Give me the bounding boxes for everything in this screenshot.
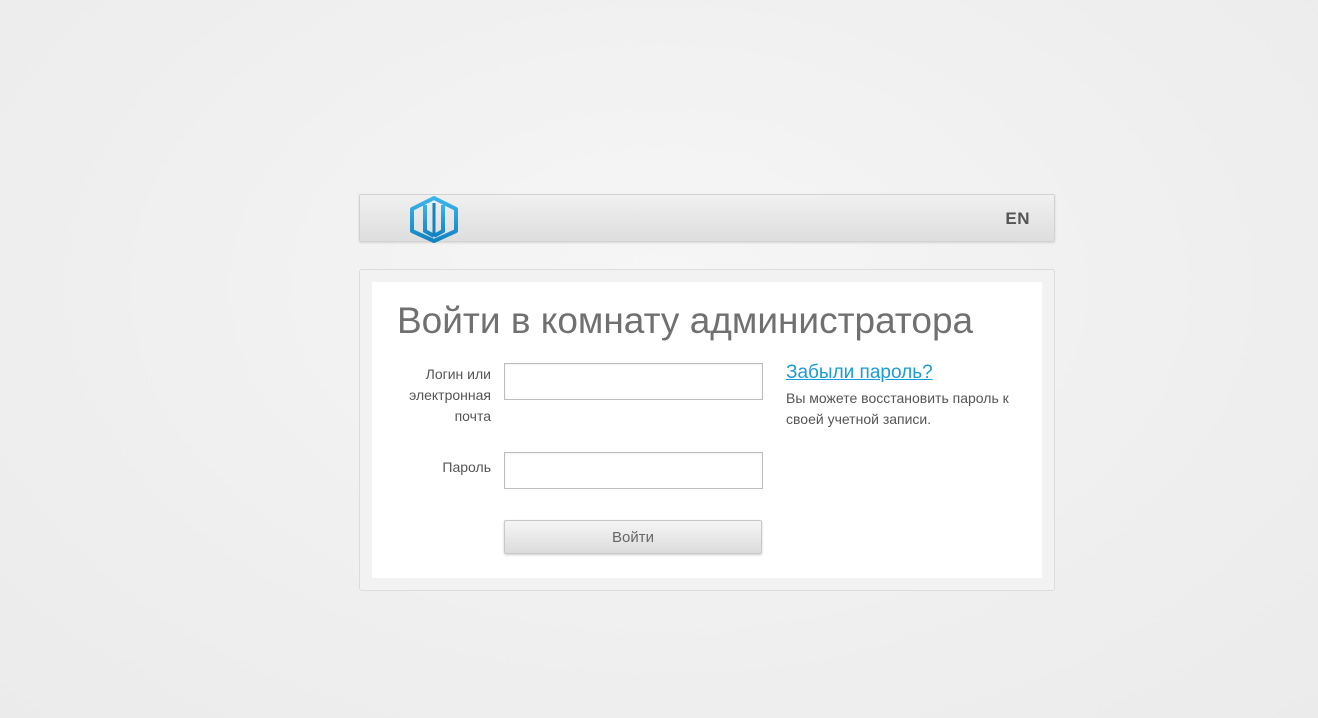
- brand-logo-icon[interactable]: [407, 195, 461, 243]
- login-input[interactable]: [504, 363, 763, 400]
- top-header-bar: EN: [359, 194, 1055, 243]
- login-field-label: Логин или электронная почта: [409, 366, 491, 424]
- login-card-body: Войти в комнату администратора Логин или…: [372, 282, 1042, 578]
- page-title: Войти в комнату администратора: [397, 300, 974, 341]
- password-field-label: Пароль: [442, 459, 491, 475]
- login-card: Войти в комнату администратора Логин или…: [359, 269, 1055, 591]
- login-button[interactable]: Войти: [504, 520, 762, 554]
- forgot-password-link[interactable]: Забыли пароль?: [786, 362, 933, 384]
- recovery-description: Вы можете восстановить пароль к своей уч…: [786, 390, 1009, 427]
- language-toggle[interactable]: EN: [1005, 209, 1030, 229]
- password-input[interactable]: [504, 452, 763, 489]
